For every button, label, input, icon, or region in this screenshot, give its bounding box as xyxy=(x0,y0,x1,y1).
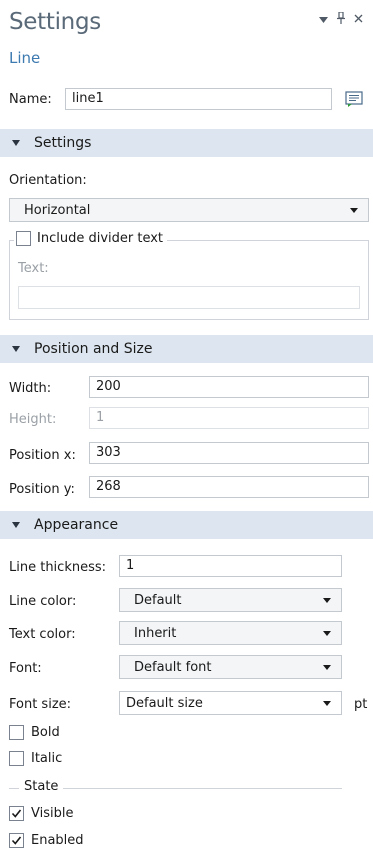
section-settings[interactable]: Settings xyxy=(0,129,373,157)
font-select[interactable]: Default font xyxy=(119,655,342,679)
state-label: State xyxy=(19,779,64,794)
line-thickness-input[interactable]: 1 xyxy=(119,555,342,577)
text-color-label: Text color: xyxy=(9,627,76,642)
orientation-select[interactable]: Horizontal xyxy=(9,198,369,222)
checkmark-icon xyxy=(11,809,22,818)
divider-text-input[interactable] xyxy=(18,286,360,309)
line-color-label: Line color: xyxy=(9,594,77,609)
bold-label: Bold xyxy=(31,725,60,740)
edit-note-icon[interactable] xyxy=(343,88,365,110)
section-settings-title: Settings xyxy=(34,135,92,151)
include-divider-checkbox[interactable] xyxy=(16,231,31,246)
line-color-select-value: Default xyxy=(134,592,182,608)
height-label: Height: xyxy=(9,412,57,427)
orientation-select-value: Horizontal xyxy=(24,202,91,218)
chevron-down-icon xyxy=(323,664,331,670)
enabled-row[interactable]: Enabled xyxy=(9,833,84,848)
enabled-label: Enabled xyxy=(31,833,84,848)
include-divider-label: Include divider text xyxy=(37,231,164,246)
checkmark-icon xyxy=(11,836,22,845)
bold-row[interactable]: Bold xyxy=(9,725,60,740)
pin-icon[interactable] xyxy=(337,11,345,27)
width-label: Width: xyxy=(9,381,52,396)
italic-checkbox[interactable] xyxy=(9,751,24,766)
width-input[interactable]: 200 xyxy=(89,376,369,398)
window-controls xyxy=(319,11,363,27)
text-color-select[interactable]: Inherit xyxy=(119,621,342,645)
text-color-select-value: Inherit xyxy=(134,625,177,641)
position-y-input[interactable]: 268 xyxy=(89,476,369,498)
name-label: Name: xyxy=(9,92,52,107)
font-select-value: Default font xyxy=(134,659,212,675)
chevron-down-icon xyxy=(323,597,331,603)
visible-label: Visible xyxy=(31,806,74,821)
height-input[interactable]: 1 xyxy=(89,407,369,429)
chevron-down-icon[interactable] xyxy=(319,14,328,26)
panel-subtitle: Line xyxy=(9,49,41,67)
collapse-triangle-icon xyxy=(12,346,20,352)
italic-row[interactable]: Italic xyxy=(9,751,62,766)
position-x-input[interactable]: 303 xyxy=(89,442,369,464)
section-position-size-title: Position and Size xyxy=(34,341,153,357)
line-color-select[interactable]: Default xyxy=(119,588,342,612)
section-position-size[interactable]: Position and Size xyxy=(0,335,373,363)
text-label: Text: xyxy=(18,261,49,276)
font-size-select-value: Default size xyxy=(126,695,203,711)
section-appearance-title: Appearance xyxy=(34,517,119,533)
panel-title: Settings xyxy=(9,9,101,35)
bold-checkbox[interactable] xyxy=(9,725,24,740)
line-thickness-label: Line thickness: xyxy=(9,560,107,575)
chevron-down-icon xyxy=(350,207,358,213)
orientation-label: Orientation: xyxy=(9,173,87,188)
visible-checkbox[interactable] xyxy=(9,806,24,821)
font-size-select[interactable]: Default size xyxy=(119,691,342,715)
collapse-triangle-icon xyxy=(12,140,20,146)
include-divider-row[interactable]: Include divider text xyxy=(14,231,168,246)
collapse-triangle-icon xyxy=(12,522,20,528)
visible-row[interactable]: Visible xyxy=(9,806,73,821)
position-y-label: Position y: xyxy=(9,482,75,497)
font-size-label: Font size: xyxy=(9,697,72,712)
font-size-unit: pt xyxy=(354,697,368,712)
name-input[interactable]: line1 xyxy=(65,88,332,110)
position-x-label: Position x: xyxy=(9,448,76,463)
enabled-checkbox[interactable] xyxy=(9,833,24,848)
close-icon[interactable] xyxy=(354,14,363,26)
chevron-down-icon xyxy=(323,700,331,706)
font-label: Font: xyxy=(9,661,42,676)
chevron-down-icon xyxy=(323,630,331,636)
section-appearance[interactable]: Appearance xyxy=(0,511,373,539)
italic-label: Italic xyxy=(31,751,63,766)
